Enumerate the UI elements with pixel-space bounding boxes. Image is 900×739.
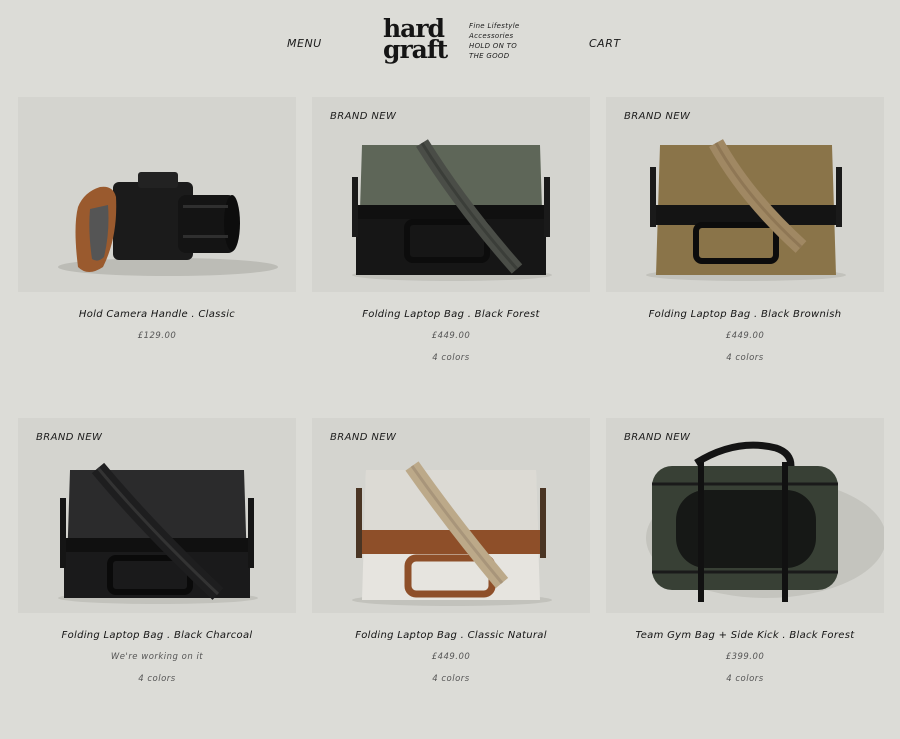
tagline-line: Accessories	[469, 32, 514, 40]
product-card[interactable]: BRAND NEW Folding Laptop Bag . Black Cha…	[18, 418, 296, 739]
menu-link[interactable]: MENU	[287, 37, 322, 50]
product-title[interactable]: Hold Camera Handle . Classic	[18, 309, 296, 320]
product-title[interactable]: Team Gym Bag + Side Kick . Black Forest	[606, 630, 884, 641]
color-count[interactable]: 4 colors	[312, 353, 590, 363]
gym-bag-illustration	[646, 441, 884, 602]
product-card[interactable]: Hold Camera Handle . Classic £129.00	[18, 97, 296, 418]
product-image-bag-charcoal[interactable]: BRAND NEW	[18, 418, 296, 613]
product-title[interactable]: Folding Laptop Bag . Black Brownish	[606, 309, 884, 320]
color-count[interactable]: 4 colors	[606, 353, 884, 363]
product-card[interactable]: BRAND NEW Folding Laptop Bag . Black Bro…	[606, 97, 884, 418]
laptop-bag-illustration	[58, 462, 258, 604]
tagline-line: HOLD ON TO	[469, 42, 518, 50]
logo-line-2: graft	[383, 35, 448, 64]
color-count[interactable]: 4 colors	[18, 674, 296, 684]
product-status: We're working on it	[110, 652, 204, 662]
brand-new-badge: BRAND NEW	[624, 111, 691, 122]
product-title[interactable]: Folding Laptop Bag . Classic Natural	[312, 630, 590, 641]
product-card[interactable]: BRAND NEW Team Gym Bag + Side Kick . Bla…	[606, 418, 884, 739]
color-count[interactable]: 4 colors	[606, 674, 884, 684]
product-price: £129.00	[137, 331, 177, 341]
product-price: £449.00	[431, 652, 471, 662]
laptop-bag-illustration	[646, 139, 846, 281]
camera-handle-illustration	[58, 172, 278, 276]
product-grid: Hold Camera Handle . Classic £129.00 BRA…	[18, 97, 884, 739]
tagline: Fine Lifestyle Accessories HOLD ON TO TH…	[469, 21, 520, 61]
product-card[interactable]: BRAND NEW Folding Laptop Bag . Classic N…	[312, 418, 590, 739]
product-title[interactable]: Folding Laptop Bag . Black Forest	[312, 309, 590, 320]
site-header: MENU hard graft Fine Lifestyle Accessori…	[0, 0, 900, 90]
color-count[interactable]: 4 colors	[312, 674, 590, 684]
product-card[interactable]: BRAND NEW Folding Laptop Bag . Black For…	[312, 97, 590, 418]
product-title[interactable]: Folding Laptop Bag . Black Charcoal	[18, 630, 296, 641]
product-price: £449.00	[725, 331, 765, 341]
laptop-bag-illustration	[352, 461, 552, 606]
laptop-bag-illustration	[352, 139, 552, 281]
product-image-bag-forest[interactable]: BRAND NEW	[312, 97, 590, 292]
brand-new-badge: BRAND NEW	[330, 432, 397, 443]
tagline-line: THE GOOD	[469, 52, 510, 60]
product-image-gym-bag[interactable]: BRAND NEW	[606, 418, 884, 613]
tagline-line: Fine Lifestyle	[469, 22, 520, 30]
product-image-bag-natural[interactable]: BRAND NEW	[312, 418, 590, 613]
brand-new-badge: BRAND NEW	[624, 432, 691, 443]
product-price: £449.00	[431, 331, 471, 341]
product-image-bag-brownish[interactable]: BRAND NEW	[606, 97, 884, 292]
brand-new-badge: BRAND NEW	[36, 432, 103, 443]
hardgraft-logo[interactable]: hard graft	[383, 16, 455, 64]
product-price: £399.00	[725, 652, 765, 662]
product-image-camera-handle[interactable]	[18, 97, 296, 292]
brand-new-badge: BRAND NEW	[330, 111, 397, 122]
cart-link[interactable]: CART	[589, 37, 621, 50]
